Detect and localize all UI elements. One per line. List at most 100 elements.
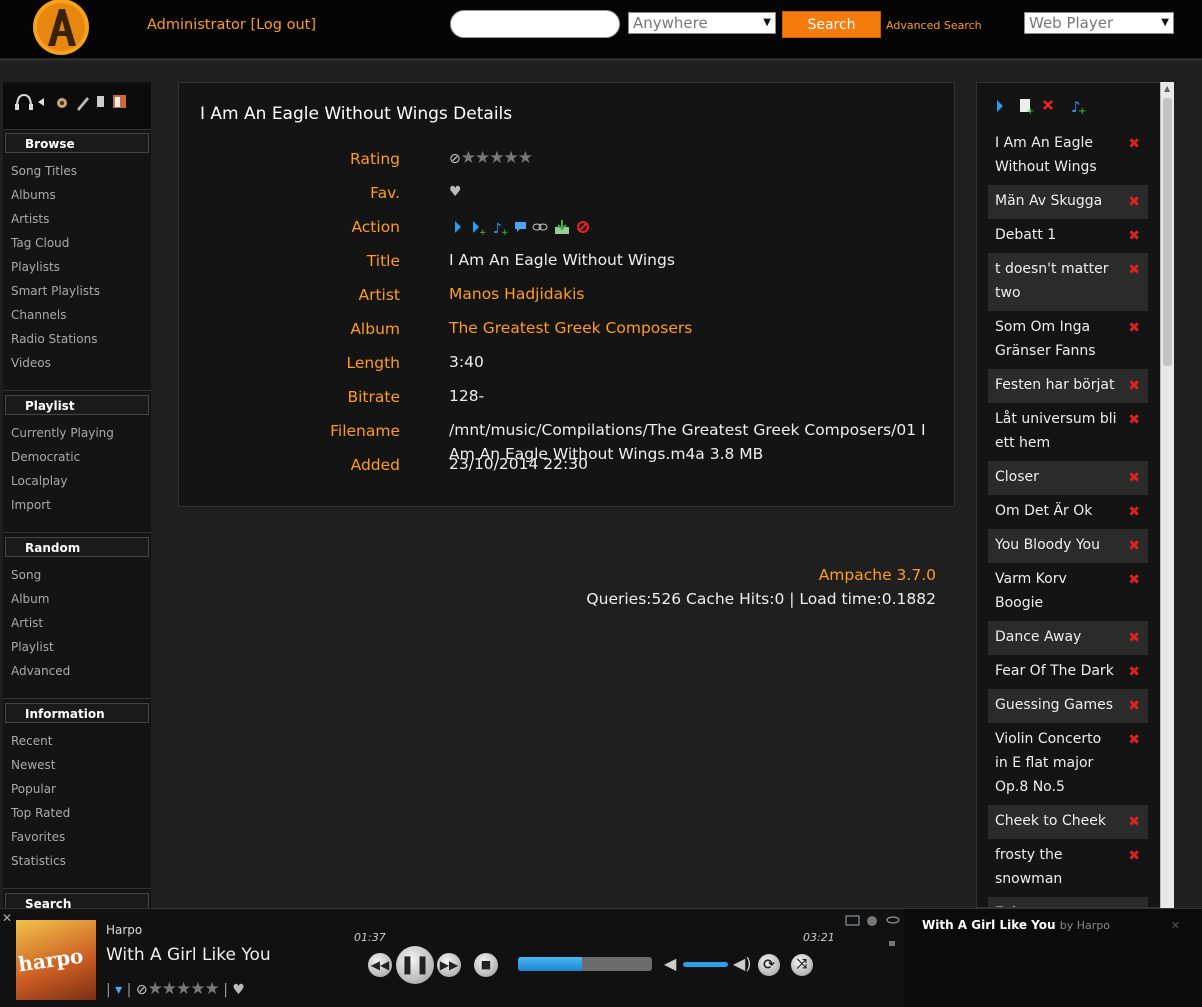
sidebar-item-album[interactable]: Album xyxy=(3,589,151,613)
no-rating-icon[interactable]: ⊘ xyxy=(136,982,148,998)
sidebar-header[interactable]: Information xyxy=(5,703,149,723)
mute-icon[interactable]: ◀ xyxy=(664,954,676,973)
sidebar-item-localplay[interactable]: Localplay xyxy=(3,471,151,495)
playlist-item[interactable]: I Am An Eagle Without Wings ✖ xyxy=(988,127,1148,185)
remove-icon[interactable]: ✖ xyxy=(1128,132,1140,156)
link-icon[interactable] xyxy=(532,223,548,230)
search-button[interactable]: Search xyxy=(782,11,881,38)
seek-bar[interactable] xyxy=(518,957,652,971)
sidebar-item-currently-playing[interactable]: Currently Playing xyxy=(3,423,151,447)
sidebar-item-import[interactable]: Import xyxy=(3,495,151,519)
playlist-item[interactable]: Om Det Är Ok ✖ xyxy=(988,495,1148,529)
sidebar-item-videos[interactable]: Videos xyxy=(3,353,151,377)
eye-icon[interactable] xyxy=(886,916,900,924)
gear-icon[interactable] xyxy=(57,98,67,108)
playlist-item-title[interactable]: frosty the snowman xyxy=(995,847,1062,887)
remove-icon[interactable]: ✖ xyxy=(1128,534,1140,558)
sidebar-item-smart-playlists[interactable]: Smart Playlists xyxy=(3,281,151,305)
pause-button[interactable]: ❚❚ xyxy=(396,946,434,984)
playlist-item-title[interactable]: Om Det Är Ok xyxy=(995,503,1092,519)
playlist-item-title[interactable]: I Am An Eagle Without Wings xyxy=(995,135,1097,175)
favorite-heart-icon[interactable]: ♥ xyxy=(449,180,939,204)
sidebar-item-song[interactable]: Song xyxy=(3,565,151,589)
sidebar-item-song-titles[interactable]: Song Titles xyxy=(3,161,151,185)
sidebar-item-top-rated[interactable]: Top Rated xyxy=(3,803,151,827)
playlist-item-title[interactable]: Dance Away xyxy=(995,629,1081,645)
lock-icon[interactable] xyxy=(889,941,895,946)
ampache-version-link[interactable]: Ampache 3.7.0 xyxy=(819,566,936,584)
user-logout-link[interactable]: Administrator [Log out] xyxy=(147,17,316,33)
remove-icon[interactable]: ✖ xyxy=(1128,408,1140,432)
scroll-up-icon[interactable]: ▲ xyxy=(1164,84,1170,93)
playlist-item[interactable]: Festen har börjat ✖ xyxy=(988,369,1148,403)
broadcast-icon[interactable] xyxy=(867,916,877,926)
playlist-item-title[interactable]: Debatt 1 xyxy=(995,227,1056,243)
add-to-playlist-icon[interactable]: + xyxy=(473,220,487,238)
playlist-item[interactable]: Closer ✖ xyxy=(988,461,1148,495)
playlist-item[interactable]: t doesn't matter two ✖ xyxy=(988,253,1148,311)
playlist-item-title[interactable]: You Bloody You xyxy=(995,537,1100,553)
remove-icon[interactable]: ✖ xyxy=(1128,810,1140,834)
remove-icon[interactable]: ✖ xyxy=(1128,190,1140,214)
playlist-item[interactable]: Evigt unga✖ xyxy=(988,897,1148,907)
sidebar-item-artist[interactable]: Artist xyxy=(3,613,151,637)
visualizer-icon[interactable] xyxy=(845,915,860,926)
remove-icon[interactable]: ✖ xyxy=(1128,568,1140,592)
document-icon[interactable] xyxy=(97,96,104,107)
remove-icon[interactable]: ✖ xyxy=(1128,374,1140,398)
playlist-item-title[interactable]: Violin Concerto in E flat major Op.8 No.… xyxy=(995,731,1101,795)
remove-icon[interactable]: ✖ xyxy=(1128,626,1140,650)
playlist-item-title[interactable]: Män Av Skugga xyxy=(995,193,1102,209)
no-rating-icon[interactable]: ⊘ xyxy=(449,151,461,167)
player-type-select[interactable]: Web Player ▼ xyxy=(1024,12,1174,34)
download-icon[interactable] xyxy=(555,219,569,234)
playlist-item[interactable]: Cheek to Cheek ✖ xyxy=(988,805,1148,839)
delete-icon[interactable] xyxy=(577,220,589,233)
sidebar-item-favorites[interactable]: Favorites xyxy=(3,827,151,851)
playlist-item[interactable]: Dance Away ✖ xyxy=(988,621,1148,655)
remove-icon[interactable]: ✕ xyxy=(1171,919,1180,932)
volume-max-icon[interactable]: ◀) xyxy=(733,954,752,973)
favorite-heart-icon[interactable]: ♥ xyxy=(232,982,245,998)
sidebar-item-statistics[interactable]: Statistics xyxy=(3,851,151,875)
playlist-item[interactable]: Som Om Inga Gränser Fanns ✖ xyxy=(988,311,1148,369)
close-icon[interactable]: ✕ xyxy=(2,911,12,925)
playlist-item-title[interactable]: Låt universum bli ett hem xyxy=(995,411,1117,451)
playlist-item[interactable]: Män Av Skugga ✖ xyxy=(988,185,1148,219)
search-input[interactable] xyxy=(450,10,620,38)
remove-icon[interactable]: ✖ xyxy=(1128,844,1140,868)
shuffle-button[interactable]: ⤨ xyxy=(791,954,813,976)
playlist-item-title[interactable]: Varm Korv Boogie xyxy=(995,571,1067,611)
playlist-scrollbar[interactable]: ▲ xyxy=(1160,82,1174,908)
sidebar-item-popular[interactable]: Popular xyxy=(3,779,151,803)
clear-playlist-icon[interactable] xyxy=(1043,100,1053,110)
sidebar-item-tag-cloud[interactable]: Tag Cloud xyxy=(3,233,151,257)
headphones-icon[interactable] xyxy=(15,93,33,110)
stop-button[interactable]: ■ xyxy=(474,953,498,977)
playlist-item[interactable]: Varm Korv Boogie ✖ xyxy=(988,563,1148,621)
playlist-item[interactable]: You Bloody You ✖ xyxy=(988,529,1148,563)
playlist-item[interactable]: Debatt 1 ✖ xyxy=(988,219,1148,253)
playlist-item-title[interactable]: Som Om Inga Gränser Fanns xyxy=(995,319,1096,359)
comment-icon[interactable] xyxy=(515,221,526,232)
rating-stars[interactable]: ⊘★★★★★ xyxy=(449,146,939,171)
tools-icon[interactable] xyxy=(77,97,89,111)
playlist-item-title[interactable]: Closer xyxy=(995,469,1039,485)
sidebar-item-newest[interactable]: Newest xyxy=(3,755,151,779)
remove-icon[interactable]: ✖ xyxy=(1128,694,1140,718)
remove-icon[interactable]: ✖ xyxy=(1128,660,1140,684)
comment-icon[interactable]: ▾ xyxy=(115,982,122,998)
add-song-icon[interactable]: ♪+ xyxy=(1071,98,1086,117)
artist-link[interactable]: Manos Hadjidakis xyxy=(449,282,939,306)
search-scope-select[interactable]: Anywhere ▼ xyxy=(628,12,776,34)
sidebar-header[interactable]: Random xyxy=(5,537,149,557)
playlist-item[interactable]: Låt universum bli ett hem ✖ xyxy=(988,403,1148,461)
remove-icon[interactable]: ✖ xyxy=(1128,258,1140,282)
playlist-item-title[interactable]: Fear Of The Dark xyxy=(995,663,1114,679)
play-icon[interactable] xyxy=(455,220,461,233)
repeat-button[interactable]: ⟳ xyxy=(758,954,780,976)
add-playlist-icon[interactable]: + xyxy=(1020,99,1034,117)
sidebar-item-playlists[interactable]: Playlists xyxy=(3,257,151,281)
volume-slider[interactable] xyxy=(683,962,728,967)
sidebar-item-democratic[interactable]: Democratic xyxy=(3,447,151,471)
